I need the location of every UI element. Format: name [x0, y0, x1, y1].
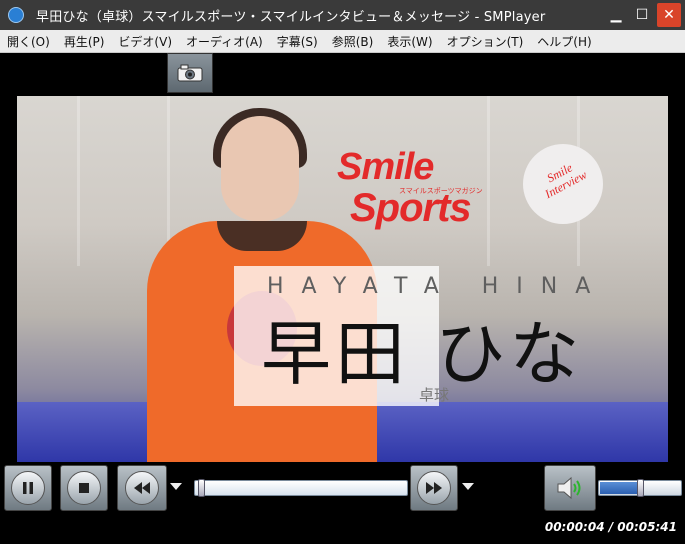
forward-menu-arrow[interactable]: [462, 483, 474, 490]
rewind-button[interactable]: [117, 465, 167, 511]
rewind-icon: [125, 471, 159, 505]
forward-icon: [417, 471, 451, 505]
menu-view[interactable]: 表示(W): [380, 33, 439, 50]
close-button[interactable]: ✕: [657, 3, 681, 27]
maximize-button[interactable]: ☐: [631, 4, 653, 26]
menu-subtitles[interactable]: 字幕(S): [270, 33, 325, 50]
menu-video[interactable]: ビデオ(V): [111, 33, 179, 50]
menu-open[interactable]: 開く(O): [0, 33, 57, 50]
video-display[interactable]: Smile Sports スマイルスポーツマガジン Smile Intervie…: [17, 96, 668, 462]
window-title: 早田ひな（卓球）スマイルスポーツ・スマイルインタビュー＆メッセージ - SMPl…: [36, 9, 546, 25]
romaji-name: HAYATA HINA: [267, 274, 609, 299]
window-controls: ▁ ☐ ✕: [605, 0, 685, 30]
speaker-icon: [557, 476, 581, 500]
toolbar: [0, 53, 685, 95]
volume-handle[interactable]: [637, 479, 644, 497]
stop-button[interactable]: [60, 465, 108, 511]
background-pillar: [487, 96, 490, 266]
mute-button[interactable]: [544, 465, 596, 511]
time-display: 00:00:04 / 00:05:41: [544, 520, 677, 534]
title-bar: 早田ひな（卓球）スマイルスポーツ・スマイルインタビュー＆メッセージ - SMPl…: [0, 0, 685, 30]
sport-label: 卓球: [419, 386, 450, 404]
rewind-menu-arrow[interactable]: [170, 483, 182, 490]
minimize-button[interactable]: ▁: [605, 4, 627, 26]
pause-icon: [11, 471, 45, 505]
menu-audio[interactable]: オーディオ(A): [179, 33, 270, 50]
smplayer-app-icon[interactable]: [8, 7, 24, 23]
camera-icon: [177, 64, 203, 82]
seek-handle[interactable]: [198, 479, 206, 497]
background-pillar: [77, 96, 80, 266]
athlete-face: [221, 116, 299, 221]
stop-icon: [67, 471, 101, 505]
menu-browse[interactable]: 参照(B): [325, 33, 381, 50]
logo-smile: Smile: [337, 146, 434, 188]
volume-level: [600, 482, 640, 494]
control-bar: [0, 463, 685, 513]
pause-button[interactable]: [4, 465, 52, 511]
logo-subtitle: スマイルスポーツマガジン: [399, 187, 483, 195]
forward-button[interactable]: [410, 465, 458, 511]
volume-slider[interactable]: [598, 479, 682, 497]
menu-options[interactable]: オプション(T): [440, 33, 531, 50]
menu-help[interactable]: ヘルプ(H): [530, 33, 598, 50]
seek-slider[interactable]: [194, 479, 408, 497]
menu-bar: 開く(O) 再生(P) ビデオ(V) オーディオ(A) 字幕(S) 参照(B) …: [0, 30, 685, 53]
menu-play[interactable]: 再生(P): [57, 33, 112, 50]
screenshot-button[interactable]: [167, 53, 213, 93]
